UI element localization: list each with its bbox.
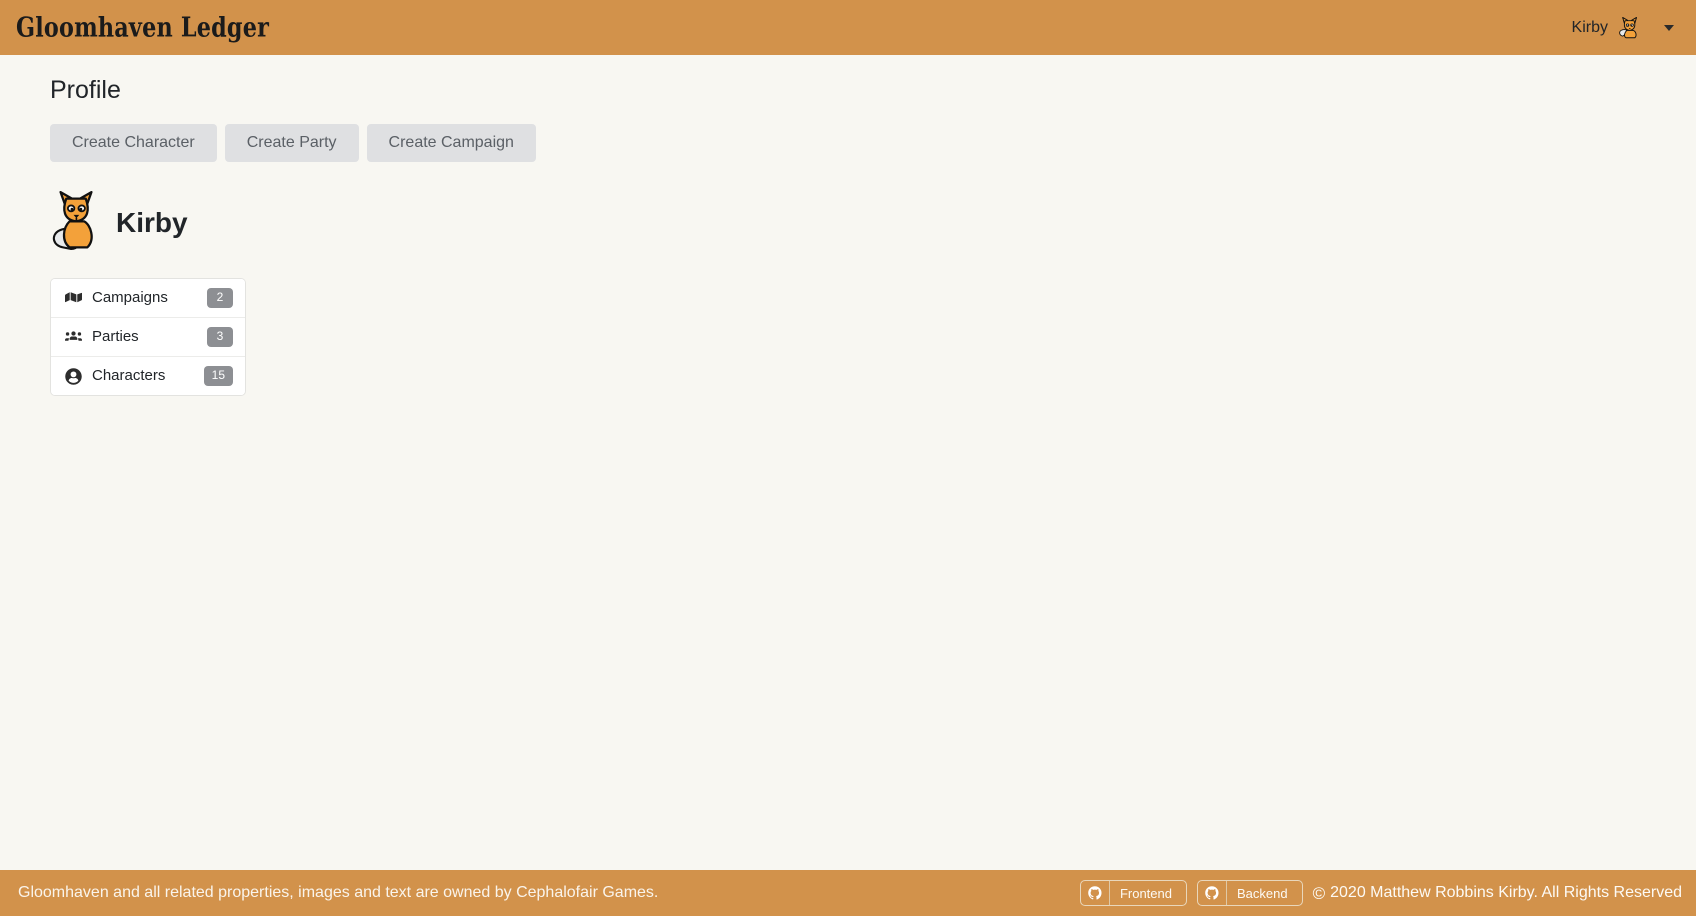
backend-github-link[interactable]: Backend [1197, 880, 1303, 906]
list-item-characters-left: Characters [65, 366, 166, 385]
copyright-notice: © 2020 Matthew Robbins Kirby. All Rights… [1313, 884, 1682, 902]
profile-header: Kirby [50, 190, 1696, 256]
copyright-icon: © [1312, 883, 1326, 903]
profile-name: Kirby [116, 206, 188, 238]
map-icon [65, 289, 82, 306]
chevron-down-icon [1664, 24, 1674, 31]
github-icon [1081, 881, 1109, 905]
list-item-campaigns-left: Campaigns [65, 289, 168, 306]
footer-right-group: Frontend Backend © 2020 Matthew Robbins … [1079, 880, 1682, 906]
campaigns-count-badge: 2 [207, 287, 233, 308]
github-icon [1198, 881, 1226, 905]
users-icon [65, 328, 82, 345]
profile-stats-list: Campaigns 2 Parties 3 Characters 15 [50, 277, 246, 397]
frontend-github-label: Frontend [1108, 881, 1186, 905]
backend-github-label: Backend [1226, 881, 1302, 905]
frontend-github-link[interactable]: Frontend [1079, 880, 1187, 906]
characters-count-badge: 15 [203, 366, 233, 387]
parties-count-badge: 3 [207, 326, 233, 348]
user-circle-icon [65, 367, 82, 385]
fox-avatar-icon [50, 190, 102, 256]
list-item-campaigns-label: Campaigns [92, 288, 168, 306]
create-campaign-button[interactable]: Create Campaign [366, 123, 536, 162]
action-button-row: Create Character Create Party Create Cam… [50, 123, 1696, 162]
list-item-characters-label: Characters [92, 366, 166, 384]
copyright-text: 2020 Matthew Robbins Kirby. All Rights R… [1330, 884, 1682, 901]
create-character-button[interactable]: Create Character [50, 123, 217, 162]
main-content: Profile Create Character Create Party Cr… [0, 55, 1696, 397]
page-title: Profile [50, 76, 121, 104]
footer-attribution: Gloomhaven and all related properties, i… [18, 884, 659, 901]
app-brand-title: Gloomhaven Ledger [16, 11, 270, 44]
fox-avatar-icon [1617, 15, 1643, 41]
top-navbar: Gloomhaven Ledger Kirby [0, 0, 1696, 55]
list-item-parties-label: Parties [92, 327, 139, 345]
list-item-campaigns[interactable]: Campaigns 2 [51, 278, 245, 318]
user-menu-name: Kirby [1571, 18, 1608, 36]
user-menu[interactable]: Kirby [1572, 15, 1678, 41]
list-item-characters[interactable]: Characters 15 [51, 357, 245, 396]
page-footer: Gloomhaven and all related properties, i… [0, 870, 1696, 916]
create-party-button[interactable]: Create Party [224, 123, 359, 162]
list-item-parties-left: Parties [65, 328, 139, 345]
list-item-parties[interactable]: Parties 3 [51, 317, 245, 358]
